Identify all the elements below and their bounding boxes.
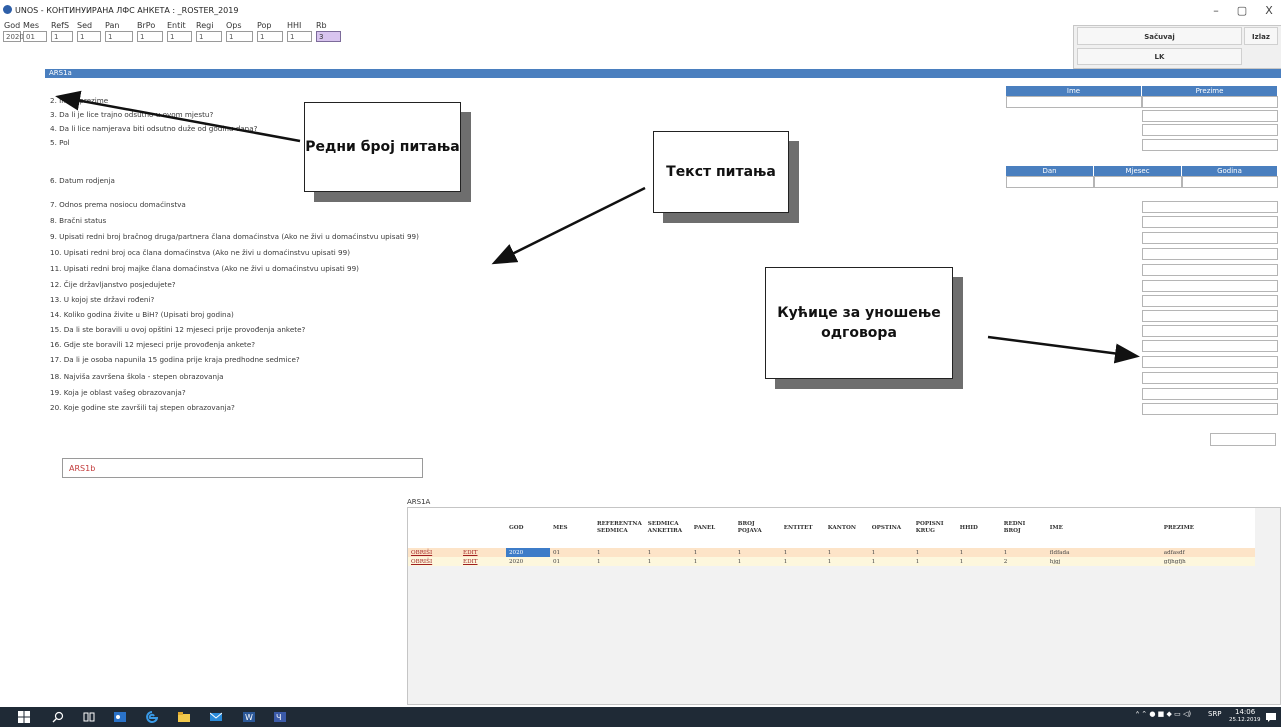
table-cell[interactable]: 1 [956,557,1001,566]
notification-icon[interactable] [1266,712,1276,722]
table-cell[interactable]: 1 [594,548,645,557]
delete-link[interactable]: OBRIŠI [408,557,460,566]
clock-date[interactable]: 25.12.2019 [1229,717,1261,723]
table-row[interactable]: OBRIŠI EDIT 2020 01 1 1 1 1 1 1 1 1 1 2 … [408,557,1255,566]
tray-icons[interactable]: ᴬ ⌃ ● ■ ◆ ▭ ◁) [1136,710,1191,718]
windows-start-icon[interactable] [18,711,30,723]
grid-col-broj-pojava: BROJ POJAVA [734,508,781,548]
table-cell[interactable]: 1 [912,557,957,566]
grid-col-kanton: KANTON [824,508,869,548]
table-cell[interactable]: 1 [690,548,735,557]
table-cell[interactable]: 1 [780,557,825,566]
grid-col-hhid: HHID [956,508,1001,548]
grid-col-prezime: PREZIME [1160,508,1255,548]
table-cell[interactable]: adfasdf [1160,548,1255,557]
table-cell[interactable]: 1 [1000,548,1047,557]
records-table: GOD MES REFERENTNA SEDMICA SEDMICA ANKET… [408,508,1255,566]
grid-col-mes: MES [550,508,594,548]
grid-header-row: GOD MES REFERENTNA SEDMICA SEDMICA ANKET… [408,508,1255,548]
table-cell[interactable]: 2 [1000,557,1047,566]
grid-col-popisni-krug: POPISNI KRUG [912,508,957,548]
table-cell[interactable]: 1 [594,557,645,566]
records-grid: GOD MES REFERENTNA SEDMICA SEDMICA ANKET… [407,507,1281,705]
grid-col-sedmica-anketira: SEDMICA ANKETIRA [644,508,691,548]
table-cell[interactable]: 1 [734,557,781,566]
table-cell[interactable]: hjgj [1046,557,1161,566]
table-cell[interactable]: 01 [550,557,594,566]
table-cell[interactable]: 2020 [506,548,550,557]
table-cell[interactable]: 1 [824,557,869,566]
edge-browser-icon[interactable] [146,711,158,723]
delete-link[interactable]: OBRIŠI [408,548,460,557]
svg-text:W: W [245,713,253,722]
table-cell[interactable]: 1 [780,548,825,557]
arrow-to-question-number [55,90,301,143]
file-explorer-icon[interactable] [178,711,190,723]
language-indicator[interactable]: SRP [1208,710,1222,718]
grid-col-referentna-sedmica: REFERENTNA SEDMICA [594,508,645,548]
table-cell[interactable]: 1 [824,548,869,557]
grid-label: ARS1A [407,498,431,506]
table-cell[interactable]: 1 [868,557,913,566]
clock-time[interactable]: 14:06 [1235,708,1255,716]
arrow-to-question-text [491,186,646,265]
table-row[interactable]: OBRIŠI EDIT 2020 01 1 1 1 1 1 1 1 1 1 1 … [408,548,1255,557]
table-cell[interactable]: 1 [644,557,691,566]
grid-col-god: GOD [506,508,550,548]
grid-col-opstina: OPSTINA [868,508,913,548]
arrow-to-answer-boxes [987,335,1140,364]
table-cell[interactable]: gfjhgfjh [1160,557,1255,566]
outlook-icon[interactable] [114,711,126,723]
table-cell[interactable]: 2020 [506,557,550,566]
table-cell[interactable]: 1 [912,548,957,557]
grid-col-delete [408,508,460,548]
table-cell[interactable]: 1 [956,548,1001,557]
table-cell[interactable]: 01 [550,548,594,557]
grid-col-redni-broj: REDNI BROJ [1000,508,1047,548]
table-cell[interactable]: 1 [644,548,691,557]
table-cell[interactable]: 1 [690,557,735,566]
grid-col-panel: PANEL [690,508,735,548]
table-cell[interactable]: 1 [734,548,781,557]
table-cell[interactable]: fldfada [1046,548,1161,557]
task-view-icon[interactable] [83,711,95,723]
search-icon[interactable] [52,711,64,723]
edit-link[interactable]: EDIT [460,548,506,557]
mail-app-icon[interactable] [210,711,222,723]
svg-text:Ч: Ч [276,713,281,722]
edit-link[interactable]: EDIT [460,557,506,566]
grid-col-entitet: ENTITET [780,508,825,548]
word-app-icon[interactable]: W [243,711,255,723]
section-ars1b[interactable]: ARS1b [62,458,423,478]
taskbar: W Ч ᴬ ⌃ ● ■ ◆ ▭ ◁) SRP 14:06 25.12.2019 [0,707,1281,727]
table-cell[interactable]: 1 [868,548,913,557]
grid-col-ime: IME [1046,508,1161,548]
grid-col-edit [460,508,506,548]
lfs-app-icon[interactable]: Ч [274,711,286,723]
